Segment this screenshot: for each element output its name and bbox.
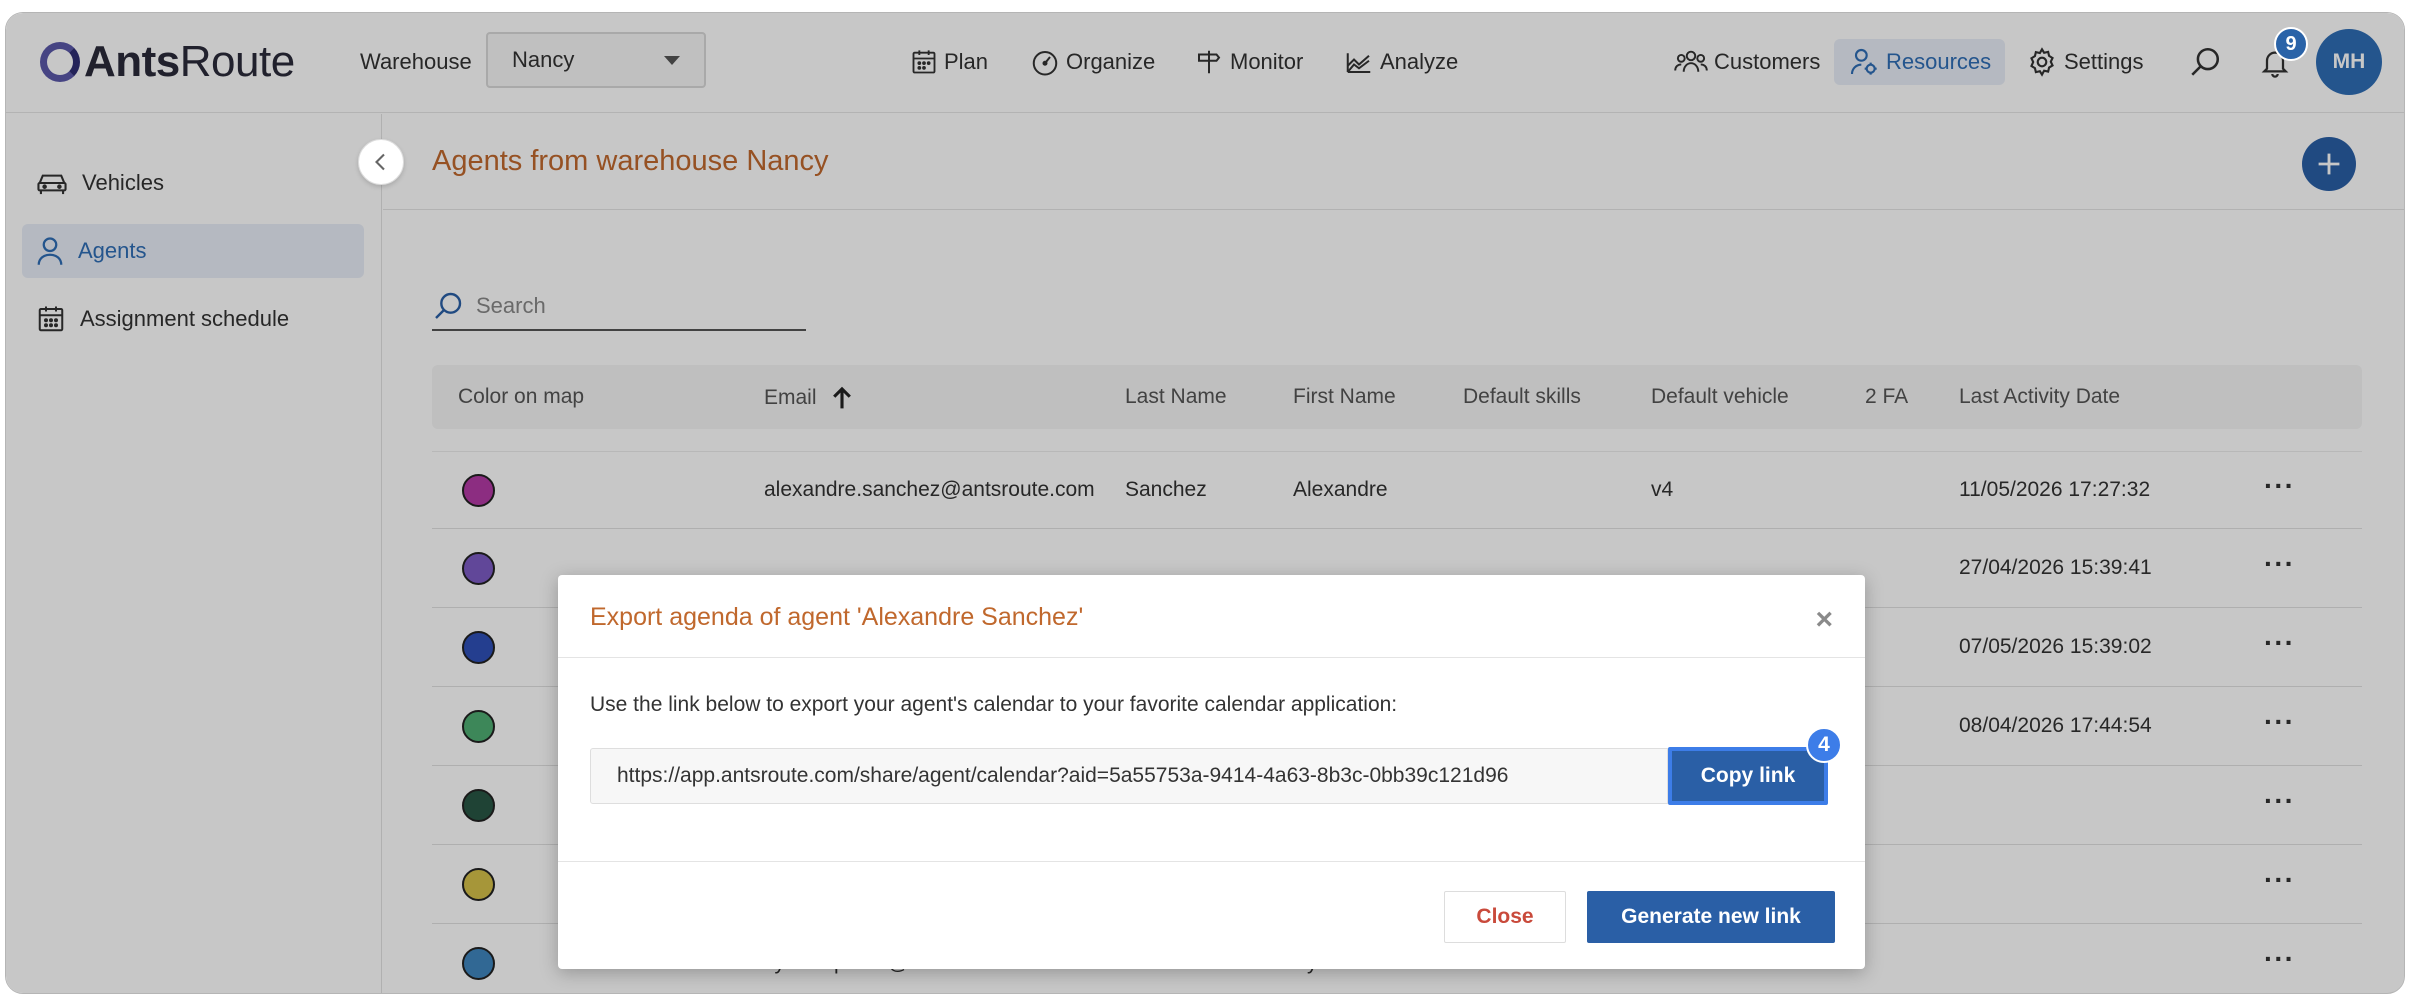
notification-count-badge: 9 xyxy=(2274,27,2308,61)
collapse-sidebar-button[interactable] xyxy=(358,139,404,185)
dialog-footer-divider xyxy=(558,861,1865,862)
calendar-link-field[interactable]: https://app.antsroute.com/share/agent/ca… xyxy=(590,748,1668,804)
close-icon[interactable]: × xyxy=(1815,605,1833,635)
chevron-left-icon xyxy=(375,153,385,171)
dialog-divider xyxy=(558,657,1865,658)
app-window: AntsRoute Warehouse Nancy Plan Organize … xyxy=(5,12,2405,994)
copy-link-button[interactable]: Copy link xyxy=(1668,747,1828,805)
dialog-title: Export agenda of agent 'Alexandre Sanche… xyxy=(590,603,1084,631)
dialog-description: Use the link below to export your agent'… xyxy=(590,693,1398,716)
generate-new-link-button[interactable]: Generate new link xyxy=(1587,891,1835,943)
close-button[interactable]: Close xyxy=(1444,891,1566,943)
step-badge: 4 xyxy=(1806,727,1842,763)
export-agenda-dialog: Export agenda of agent 'Alexandre Sanche… xyxy=(558,575,1865,969)
